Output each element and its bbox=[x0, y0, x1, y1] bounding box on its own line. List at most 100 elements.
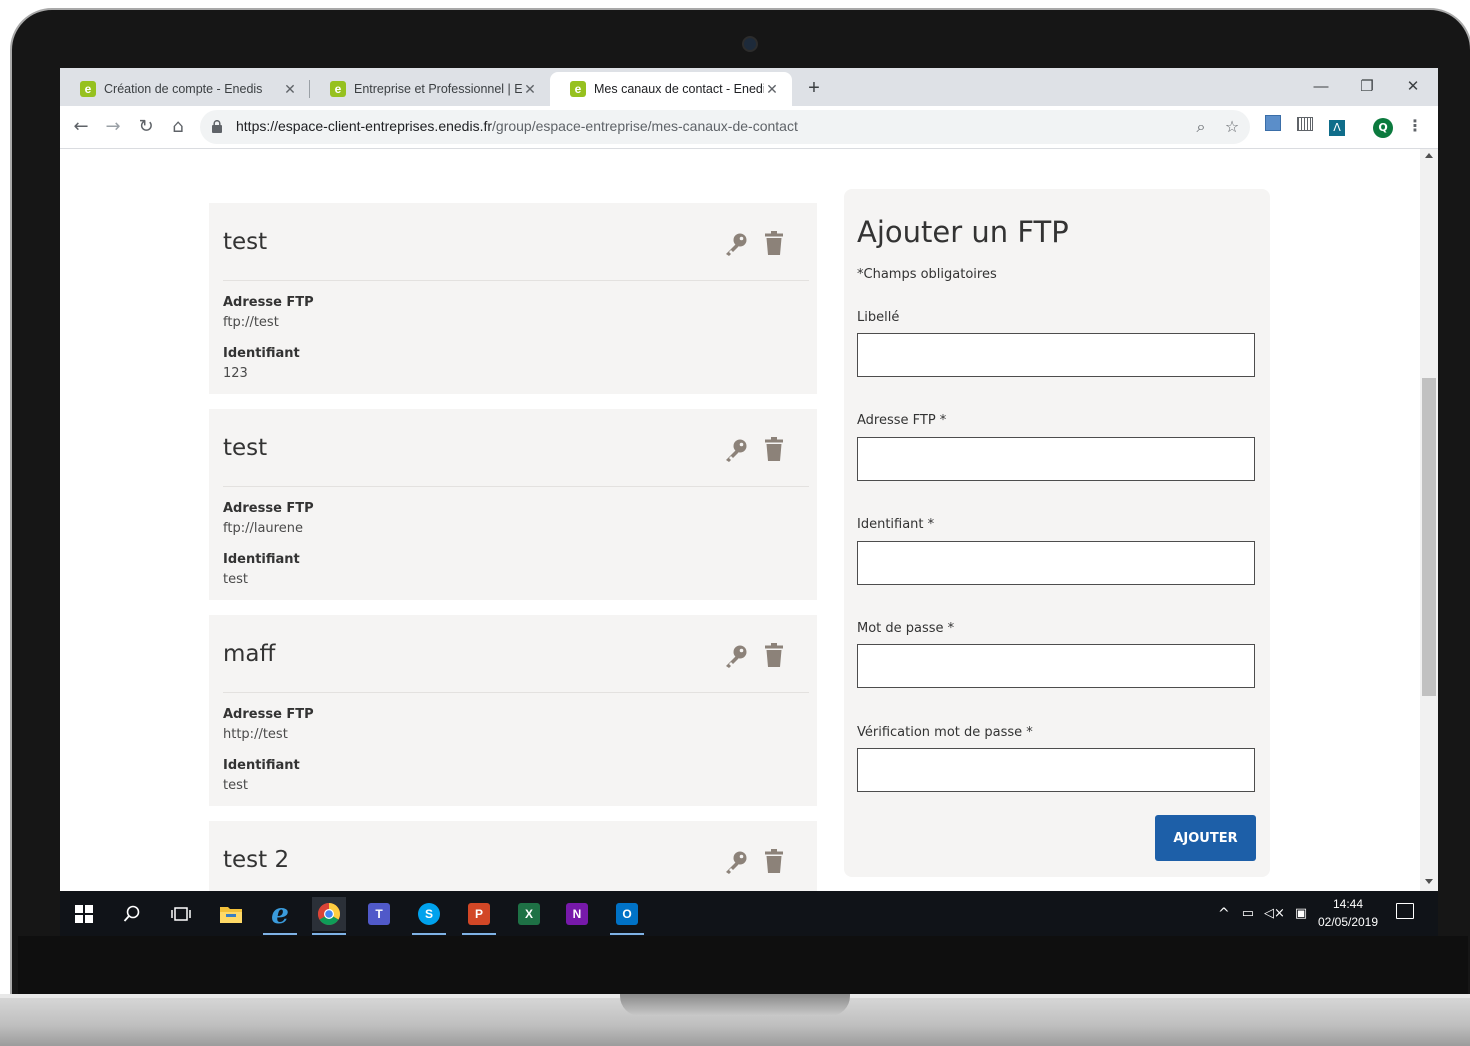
trash-icon[interactable] bbox=[765, 437, 783, 461]
card-divider bbox=[223, 486, 809, 487]
clock-date[interactable]: 02/05/2019 bbox=[1312, 915, 1384, 929]
ftp-address-value: ftp://test bbox=[223, 315, 279, 330]
identifier-input[interactable] bbox=[857, 541, 1255, 585]
back-icon[interactable]: ← bbox=[70, 116, 92, 138]
excel-icon[interactable]: X bbox=[512, 897, 546, 931]
clock-time[interactable]: 14:44 bbox=[1318, 897, 1378, 911]
home-icon[interactable]: ⌂ bbox=[167, 116, 189, 138]
ftp-identifier-label: Identifiant bbox=[223, 552, 300, 567]
enedis-favicon-icon: e bbox=[330, 81, 346, 97]
internet-explorer-icon[interactable]: e bbox=[263, 897, 297, 935]
zoom-icon[interactable]: ⌕ bbox=[1190, 116, 1212, 138]
powerpoint-icon[interactable]: P bbox=[462, 897, 496, 935]
key-icon[interactable] bbox=[723, 643, 749, 669]
menu-kebab-icon[interactable]: ⋮ bbox=[1404, 115, 1426, 137]
tab-creation-compte[interactable]: e Création de compte - Enedis ✕ bbox=[60, 72, 310, 106]
libelle-input[interactable] bbox=[857, 333, 1255, 377]
page-content: test Adresse FTP ftp://test Identifiant … bbox=[60, 149, 1420, 891]
search-icon[interactable] bbox=[115, 897, 149, 931]
trash-icon[interactable] bbox=[765, 231, 783, 255]
system-tray: ^ ▭ ◁× ▣ bbox=[1218, 891, 1307, 936]
browser-tab-strip: e Création de compte - Enedis ✕ e Entrep… bbox=[60, 68, 1438, 106]
ftp-name: test bbox=[223, 435, 268, 461]
tab-title: Entreprise et Professionnel | Enedis bbox=[354, 82, 522, 96]
reload-icon[interactable]: ↻ bbox=[135, 116, 157, 138]
password-input[interactable] bbox=[857, 644, 1255, 688]
volume-muted-icon[interactable]: ◁× bbox=[1264, 906, 1285, 921]
address-bar[interactable]: https://espace-client-entreprises.enedis… bbox=[200, 110, 1250, 144]
notifications-icon[interactable] bbox=[1396, 903, 1414, 919]
scrollbar-thumb[interactable] bbox=[1422, 378, 1436, 696]
forward-icon[interactable]: → bbox=[102, 116, 124, 138]
card-divider bbox=[223, 692, 809, 693]
windows-taskbar: e T S P X N O ^ ▭ ◁× ▣ 14:44 02/05/2019 bbox=[60, 891, 1438, 936]
close-icon[interactable]: ✕ bbox=[282, 81, 298, 98]
restore-button[interactable]: ❐ bbox=[1344, 72, 1390, 102]
close-icon[interactable]: ✕ bbox=[522, 81, 538, 98]
screen: e Création de compte - Enedis ✕ e Entrep… bbox=[60, 68, 1438, 936]
barcode-extension-icon[interactable] bbox=[1294, 115, 1316, 137]
url-path: /group/espace-entreprise/mes-canaux-de-c… bbox=[492, 118, 798, 134]
chevron-up-icon[interactable]: ^ bbox=[1218, 906, 1230, 922]
battery-icon[interactable]: ▭ bbox=[1242, 906, 1254, 921]
tab-entreprise-professionnel[interactable]: e Entreprise et Professionnel | Enedis ✕ bbox=[310, 72, 550, 106]
ftp-identifier-value: test bbox=[223, 572, 248, 587]
identifier-label: Identifiant * bbox=[857, 517, 935, 532]
url-host: https://espace-client-entreprises.enedis… bbox=[236, 118, 493, 134]
webcam bbox=[742, 36, 758, 52]
ajouter-button[interactable]: AJOUTER bbox=[1155, 815, 1256, 861]
ftp-identifier-label: Identifiant bbox=[223, 758, 300, 773]
bookmark-star-icon[interactable]: ☆ bbox=[1221, 116, 1243, 138]
tab-title: Création de compte - Enedis bbox=[104, 82, 263, 96]
network-icon[interactable]: ▣ bbox=[1295, 906, 1307, 921]
libelle-label: Libellé bbox=[857, 310, 900, 325]
new-tab-button[interactable]: + bbox=[802, 76, 826, 100]
teams-icon[interactable]: T bbox=[362, 897, 396, 931]
key-icon[interactable] bbox=[723, 437, 749, 463]
ftp-card: test Adresse FTP ftp://laurene Identifia… bbox=[209, 409, 817, 600]
card-divider bbox=[223, 280, 809, 281]
laptop-hinge-notch bbox=[620, 994, 850, 1016]
scroll-down-icon[interactable] bbox=[1425, 879, 1433, 884]
windows-start-icon[interactable] bbox=[67, 897, 101, 931]
file-explorer-icon[interactable] bbox=[214, 897, 248, 931]
password-label: Mot de passe * bbox=[857, 621, 955, 636]
ftp-name: test bbox=[223, 229, 268, 255]
add-ftp-form: Ajouter un FTP *Champs obligatoires Libe… bbox=[844, 189, 1270, 877]
ftp-card: test 2 bbox=[209, 821, 817, 891]
chrome-icon[interactable] bbox=[312, 897, 346, 935]
enedis-favicon-icon: e bbox=[80, 81, 96, 97]
ftp-address-label: Adresse FTP bbox=[223, 501, 314, 516]
ftp-card: test Adresse FTP ftp://test Identifiant … bbox=[209, 203, 817, 394]
extension-icon[interactable] bbox=[1262, 115, 1284, 137]
password-confirm-input[interactable] bbox=[857, 748, 1255, 792]
key-icon[interactable] bbox=[723, 849, 749, 875]
ftp-card: maff Adresse FTP http://test Identifiant… bbox=[209, 615, 817, 806]
ftp-address-value: http://test bbox=[223, 727, 288, 742]
enedis-favicon-icon: e bbox=[570, 81, 586, 97]
trash-icon[interactable] bbox=[765, 849, 783, 873]
task-view-icon[interactable] bbox=[164, 897, 198, 931]
close-icon[interactable]: ✕ bbox=[764, 81, 780, 98]
minimize-button[interactable]: — bbox=[1298, 72, 1344, 102]
skype-icon[interactable]: S bbox=[412, 897, 446, 935]
form-title: Ajouter un FTP bbox=[857, 215, 1069, 249]
profile-avatar[interactable]: Q bbox=[1372, 115, 1394, 138]
outlook-icon[interactable]: O bbox=[610, 897, 644, 935]
ftp-identifier-value: 123 bbox=[223, 366, 248, 381]
password-confirm-label: Vérification mot de passe * bbox=[857, 725, 1033, 740]
ftp-name: maff bbox=[223, 641, 276, 667]
chart-extension-icon[interactable]: Λ bbox=[1326, 115, 1348, 137]
tab-mes-canaux-de-contact[interactable]: e Mes canaux de contact - Enedis ✕ bbox=[550, 72, 792, 106]
required-fields-note: *Champs obligatoires bbox=[857, 267, 997, 282]
scroll-up-icon[interactable] bbox=[1425, 153, 1433, 158]
key-icon[interactable] bbox=[723, 231, 749, 257]
ftp-name: test 2 bbox=[223, 847, 290, 873]
trash-icon[interactable] bbox=[765, 643, 783, 667]
ftp-identifier-label: Identifiant bbox=[223, 346, 300, 361]
close-window-button[interactable]: ✕ bbox=[1390, 72, 1436, 102]
ftp-address-input[interactable] bbox=[857, 437, 1255, 481]
ftp-address-value: ftp://laurene bbox=[223, 521, 303, 536]
browser-toolbar: ← → ↻ ⌂ https://espace-client-entreprise… bbox=[60, 106, 1438, 149]
onenote-icon[interactable]: N bbox=[560, 897, 594, 931]
